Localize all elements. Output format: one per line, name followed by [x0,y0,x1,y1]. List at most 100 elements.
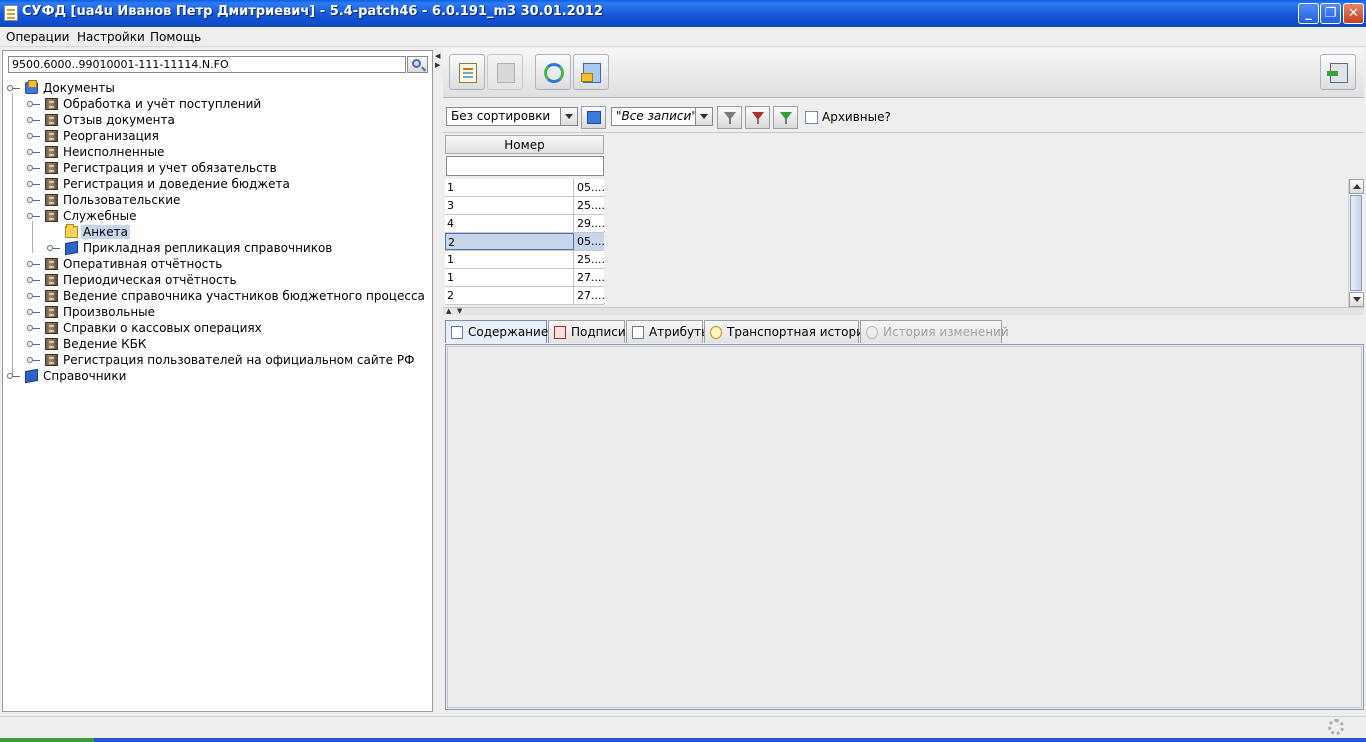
chevron-down-icon[interactable] [560,108,577,125]
start-button[interactable] [0,738,94,742]
new-document-icon [459,63,477,83]
tab-attributes[interactable]: Атрибуты [626,320,711,343]
tree-expander[interactable] [27,149,40,155]
tree-item[interactable]: Периодическая отчётность [27,272,427,288]
tree-expander[interactable] [7,373,20,379]
export-button[interactable] [573,54,609,90]
tab-change-history[interactable]: История изменений [860,320,1009,343]
tree-item[interactable]: Ведение КБК [27,336,427,352]
refresh-button[interactable] [535,54,571,90]
tree-item[interactable]: Пользовательские [27,192,427,208]
collapse-left-icon[interactable]: ◀ [435,52,440,60]
filter-button[interactable] [717,106,742,129]
tree-expander[interactable] [27,261,40,267]
search-input[interactable]: 9500.6000..99010001-111-11114.N.FO [8,56,406,73]
tree-expander[interactable] [47,245,60,251]
tree-item[interactable]: Отзыв документа [27,112,427,128]
tree-item[interactable]: Регистрация и доведение бюджета [27,176,427,192]
document-icon [451,326,463,339]
cell-number: 1 [445,269,574,286]
scroll-thumb[interactable] [1350,195,1362,291]
tree-expander[interactable] [7,85,20,91]
archived-checkbox[interactable] [805,111,818,124]
tree-item-replication[interactable]: Прикладная репликация справочников [47,240,427,256]
busy-spinner-icon [1328,719,1344,735]
table-row[interactable]: 2 27.... [445,287,604,305]
table-row[interactable]: 3 25.... [445,197,604,215]
records-select-value: "Все записи" [616,109,697,123]
new-document-button[interactable] [449,54,485,90]
records-select[interactable]: "Все записи" [611,107,713,126]
table-row[interactable]: 1 27.... [445,269,604,287]
tree-expander[interactable] [27,133,40,139]
menu-settings[interactable]: Настройки [77,30,145,44]
tree-expander[interactable] [27,101,40,107]
menu-operations[interactable]: Операции [6,30,69,44]
cell-number: 1 [445,179,574,196]
clear-filter-icon [752,112,764,124]
tree-item-directories[interactable]: Справочники [7,368,427,384]
title-bar: СУФД [ua4u Иванов Петр Дмитриевич] - 5.4… [0,0,1366,27]
status-bar [0,716,1366,738]
tree-item[interactable]: Обработка и учёт поступлений [27,96,427,112]
table-row[interactable]: 1 25.... [445,251,604,269]
chevron-down-icon[interactable] [695,108,712,125]
tree-item[interactable]: Оперативная отчётность [27,256,427,272]
tab-content[interactable]: Содержание [445,320,548,343]
tree-expander[interactable] [27,117,40,123]
maximize-button[interactable]: ❐ [1320,3,1341,24]
cell-date: 25.... [577,253,604,266]
tree-expander[interactable] [27,213,40,219]
close-button[interactable]: ✕ [1343,3,1364,24]
tree-expander[interactable] [27,341,40,347]
tab-transport-history[interactable]: Транспортная история [704,320,871,343]
cabinet-icon [45,274,58,286]
tree-expander[interactable] [27,197,40,203]
exit-button[interactable] [1320,54,1356,90]
scroll-down-icon[interactable] [1349,292,1364,307]
scroll-up-icon[interactable] [1349,179,1364,194]
tree-expander[interactable] [27,325,40,331]
collapse-up-icon[interactable]: ▲ [446,307,451,315]
table-row[interactable]: 1 05.... [445,179,604,197]
horizontal-splitter[interactable]: ▲ ▼ [443,307,1364,315]
exit-icon [1327,63,1348,83]
clear-filter-button[interactable] [745,106,770,129]
minimize-button[interactable]: _ [1298,3,1319,24]
tree-item-anketa[interactable]: Анкета [47,224,427,240]
tree-expander[interactable] [27,277,40,283]
edit-document-button[interactable] [487,54,523,90]
tree-item[interactable]: Регистрация и учет обязательств [27,160,427,176]
tree-item[interactable]: Неисполненные [27,144,427,160]
table-row[interactable]: 4 29.... [445,215,604,233]
tree-item[interactable]: Справки о кассовых операциях [27,320,427,336]
documents-icon [25,80,38,94]
cell-date: 27.... [577,289,604,302]
tree-item-service[interactable]: Служебные [27,208,427,224]
sort-icon [587,111,601,124]
tree-item[interactable]: Произвольные [27,304,427,320]
cabinet-icon [45,354,58,366]
search-button[interactable] [407,56,428,73]
sort-select[interactable]: Без сортировки [446,107,578,126]
tree-expander[interactable] [27,357,40,363]
collapse-down-icon[interactable]: ▼ [457,307,462,315]
vertical-splitter[interactable]: ◀ ▶ [433,50,442,712]
tree-item[interactable]: Ведение справочника участников бюджетног… [27,288,427,304]
tree-expander[interactable] [27,181,40,187]
collapse-right-icon[interactable]: ▶ [435,61,440,69]
table-scrollbar[interactable] [1348,179,1364,307]
menu-help[interactable]: Помощь [150,30,201,44]
filter-settings-button[interactable] [773,106,798,129]
column-filter-input[interactable] [446,156,604,176]
sort-order-button[interactable] [581,106,606,129]
tree-item[interactable]: Реорганизация [27,128,427,144]
tab-signatures[interactable]: Подписи [548,320,626,343]
tree-expander[interactable] [27,165,40,171]
tree-item-documents[interactable]: Документы [7,80,427,96]
column-header-number[interactable]: Номер [445,135,604,154]
table-row-selected[interactable]: 2 05.... [445,233,604,251]
tree-item[interactable]: Регистрация пользователей на официальном… [27,352,427,368]
tree-expander[interactable] [27,293,40,299]
tree-expander[interactable] [27,309,40,315]
